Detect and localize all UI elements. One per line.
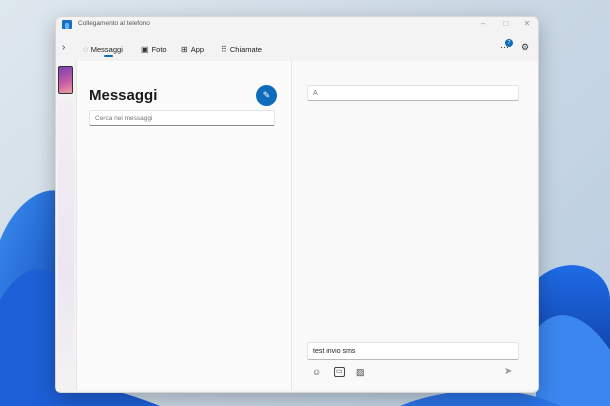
recipient-input[interactable] bbox=[307, 85, 519, 101]
tab-app-label: App bbox=[190, 44, 205, 54]
expand-rail-chevron-icon[interactable]: › bbox=[62, 42, 65, 53]
emoji-icon[interactable]: ☺ bbox=[312, 367, 321, 377]
tab-messaggi[interactable]: ◌ Messaggi bbox=[83, 42, 123, 56]
gif-icon[interactable]: ▭ bbox=[334, 367, 345, 377]
dialpad-icon: ⠿ bbox=[221, 44, 227, 54]
nav-bar: › ◌ Messaggi ▣ Foto ⊞ App ⠿ Chiamate ⋯ 7… bbox=[55, 16, 537, 57]
settings-gear-icon[interactable]: ⚙ bbox=[521, 42, 529, 53]
conversation-pane bbox=[291, 61, 538, 390]
phone-thumbnail[interactable] bbox=[58, 66, 73, 94]
new-message-button[interactable]: ✎ bbox=[256, 85, 277, 106]
tab-chiamate[interactable]: ⠿ Chiamate bbox=[221, 42, 262, 56]
tab-foto[interactable]: ▣ Foto bbox=[141, 42, 167, 56]
photo-icon: ▣ bbox=[141, 44, 149, 54]
rail-gradient bbox=[58, 100, 74, 390]
image-icon[interactable]: ▨ bbox=[356, 367, 365, 378]
apps-icon: ⊞ bbox=[181, 44, 188, 54]
messages-heading: Messaggi bbox=[89, 87, 158, 104]
selected-tab-indicator bbox=[104, 55, 113, 57]
tab-foto-label: Foto bbox=[151, 44, 167, 54]
tab-app[interactable]: ⊞ App bbox=[181, 42, 204, 56]
send-icon[interactable]: ➤ bbox=[504, 366, 512, 377]
compose-icon: ✎ bbox=[262, 90, 271, 100]
notification-badge: 7 bbox=[505, 39, 513, 47]
tab-messaggi-label: Messaggi bbox=[90, 44, 123, 54]
chat-icon: ◌ bbox=[83, 44, 88, 54]
tab-chiamate-label: Chiamate bbox=[229, 44, 262, 54]
message-input[interactable] bbox=[307, 342, 519, 360]
search-input[interactable] bbox=[89, 110, 275, 126]
